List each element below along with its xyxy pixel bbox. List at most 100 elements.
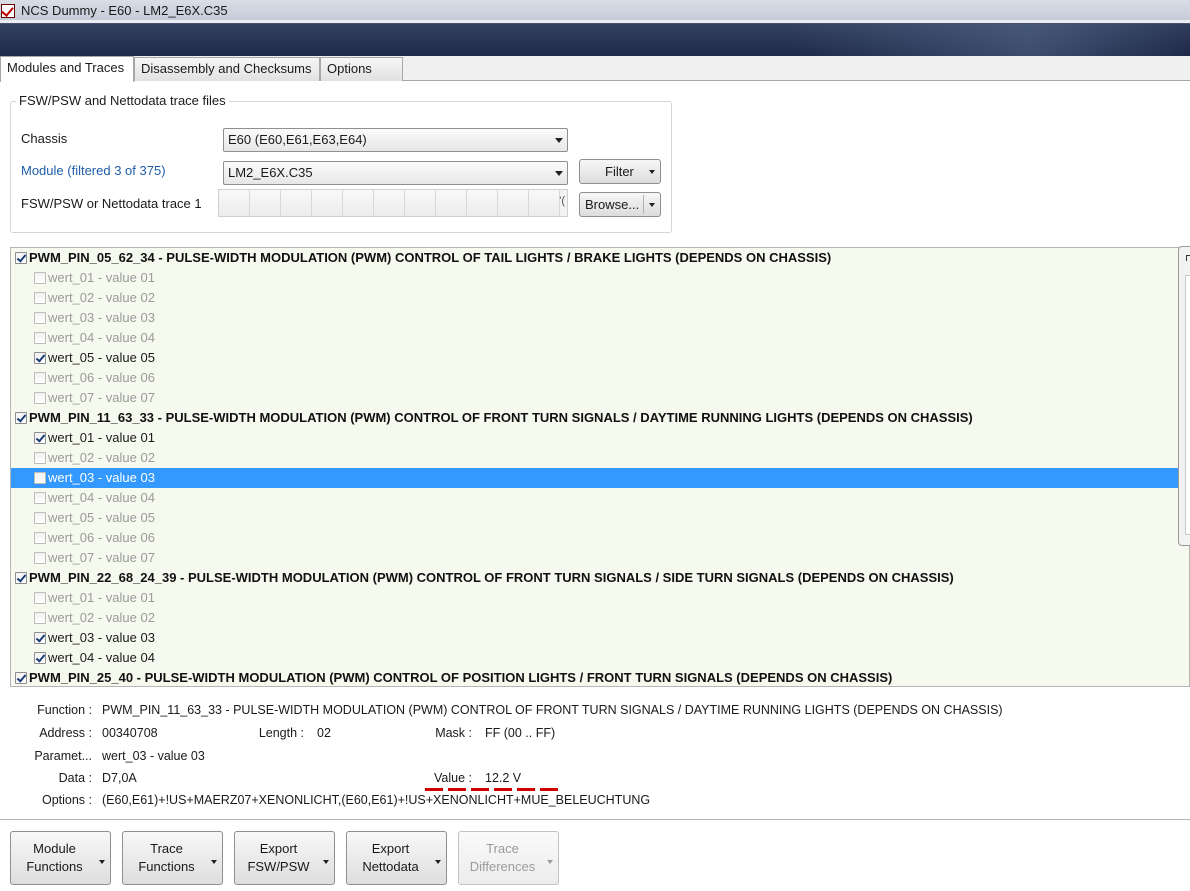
checkbox-unchecked-icon[interactable] bbox=[34, 512, 46, 524]
chevron-down-icon bbox=[649, 170, 655, 174]
checkbox-unchecked-icon[interactable] bbox=[34, 272, 46, 284]
tree-item-label: wert_04 - value 04 bbox=[48, 650, 155, 665]
checkbox-unchecked-icon[interactable] bbox=[34, 532, 46, 544]
tree-item[interactable]: wert_01 - value 01 bbox=[11, 428, 1189, 448]
checkbox-checked-icon[interactable] bbox=[34, 432, 46, 444]
trace-file-path-field[interactable]: '( bbox=[218, 189, 568, 217]
tree-item-label: wert_03 - value 03 bbox=[48, 630, 155, 645]
tree-item-label: wert_02 - value 02 bbox=[48, 450, 155, 465]
panel-corner-icon bbox=[1186, 255, 1190, 261]
tree-item[interactable]: wert_07 - value 07 bbox=[11, 388, 1189, 408]
tab-disassembly-and-checksums[interactable]: Disassembly and Checksums bbox=[134, 57, 320, 81]
tree-group-pwm-pin-22-68-24-39[interactable]: PWM_PIN_22_68_24_39 - PULSE-WIDTH MODULA… bbox=[11, 568, 1189, 588]
checkbox-unchecked-icon[interactable] bbox=[34, 332, 46, 344]
export-fsw-psw-button[interactable]: Export FSW/PSW bbox=[234, 831, 335, 885]
chassis-selected-value: E60 (E60,E61,E63,E64) bbox=[228, 132, 367, 147]
length-label: Length : bbox=[258, 726, 304, 740]
mask-value: FF (00 .. FF) bbox=[485, 726, 556, 740]
path-segment bbox=[467, 190, 498, 216]
tree-group-pwm-pin-25-40[interactable]: PWM_PIN_25_40 - PULSE-WIDTH MODULATION (… bbox=[11, 668, 1189, 686]
tree-item[interactable]: wert_02 - value 02 bbox=[11, 288, 1189, 308]
checkbox-checked-icon[interactable] bbox=[15, 672, 27, 684]
trace-differences-button[interactable]: Trace Differences bbox=[458, 831, 559, 885]
checkbox-unchecked-icon[interactable] bbox=[34, 392, 46, 404]
checkbox-checked-icon[interactable] bbox=[15, 572, 27, 584]
function-label: Function : bbox=[37, 703, 92, 717]
titlebar-decoration bbox=[790, 24, 1190, 56]
tree-item[interactable]: wert_01 - value 01 bbox=[11, 268, 1189, 288]
checkbox-checked-icon[interactable] bbox=[15, 252, 27, 264]
trace-functions-button[interactable]: Trace Functions bbox=[122, 831, 223, 885]
tree-item[interactable]: wert_04 - value 04 bbox=[11, 648, 1189, 668]
checkbox-unchecked-icon[interactable] bbox=[34, 312, 46, 324]
tree-group-label: PWM_PIN_11_63_33 - PULSE-WIDTH MODULATIO… bbox=[29, 410, 973, 425]
tab-options[interactable]: Options bbox=[320, 57, 403, 81]
app-checkbox-icon[interactable] bbox=[1, 4, 15, 18]
chevron-down-icon bbox=[555, 138, 563, 143]
parameter-label: Paramet... bbox=[34, 749, 92, 763]
tree-group-pwm-pin-05-62-34[interactable]: PWM_PIN_05_62_34 - PULSE-WIDTH MODULATIO… bbox=[11, 248, 1189, 268]
function-tree[interactable]: PWM_PIN_05_62_34 - PULSE-WIDTH MODULATIO… bbox=[10, 247, 1190, 687]
button-label-line2: Functions bbox=[138, 859, 195, 874]
tree-item-label: wert_01 - value 01 bbox=[48, 590, 155, 605]
checkbox-unchecked-icon[interactable] bbox=[34, 552, 46, 564]
checkbox-unchecked-icon[interactable] bbox=[34, 592, 46, 604]
address-value: 00340708 bbox=[102, 726, 158, 740]
tree-item[interactable]: wert_01 - value 01 bbox=[11, 588, 1189, 608]
checkbox-unchecked-icon[interactable] bbox=[34, 472, 46, 484]
button-label-line2: Differences bbox=[469, 859, 536, 874]
tree-item-selected[interactable]: wert_03 - value 03 bbox=[11, 468, 1189, 488]
tree-group-pwm-pin-11-63-33[interactable]: PWM_PIN_11_63_33 - PULSE-WIDTH MODULATIO… bbox=[11, 408, 1189, 428]
tree-item[interactable]: wert_03 - value 03 bbox=[11, 308, 1189, 328]
checkbox-unchecked-icon[interactable] bbox=[34, 492, 46, 504]
filter-button[interactable]: Filter bbox=[579, 159, 661, 184]
module-select[interactable]: LM2_E6X.C35 bbox=[223, 161, 568, 185]
tree-item[interactable]: wert_05 - value 05 bbox=[11, 348, 1189, 368]
tree-item[interactable]: wert_02 - value 02 bbox=[11, 448, 1189, 468]
checkbox-checked-icon[interactable] bbox=[15, 412, 27, 424]
path-segment bbox=[219, 190, 250, 216]
checkbox-unchecked-icon[interactable] bbox=[34, 292, 46, 304]
chassis-select[interactable]: E60 (E60,E61,E63,E64) bbox=[223, 128, 568, 152]
tab-modules-and-traces[interactable]: Modules and Traces bbox=[0, 56, 134, 82]
export-nettodata-button[interactable]: Export Nettodata bbox=[346, 831, 447, 885]
button-label-line1: Module bbox=[33, 841, 76, 856]
chevron-down-icon bbox=[211, 860, 217, 864]
module-functions-button[interactable]: Module Functions bbox=[10, 831, 111, 885]
tree-item[interactable]: wert_03 - value 03 bbox=[11, 628, 1189, 648]
window-titlebar[interactable]: NCS Dummy - E60 - LM2_E6X.C35 bbox=[0, 0, 1190, 56]
tree-item[interactable]: wert_05 - value 05 bbox=[11, 508, 1189, 528]
checkbox-checked-icon[interactable] bbox=[34, 632, 46, 644]
tree-item-label: wert_06 - value 06 bbox=[48, 370, 155, 385]
path-segment bbox=[436, 190, 467, 216]
button-label-line2: FSW/PSW bbox=[247, 859, 310, 874]
button-label-line2: Nettodata bbox=[362, 859, 419, 874]
tree-item[interactable]: wert_02 - value 02 bbox=[11, 608, 1189, 628]
browse-button[interactable]: Browse... bbox=[579, 192, 661, 217]
button-label-line1: Export bbox=[371, 841, 410, 856]
checkbox-unchecked-icon[interactable] bbox=[34, 452, 46, 464]
options-value: (E60,E61)+!US+MAERZ07+XENONLICHT,(E60,E6… bbox=[102, 793, 651, 807]
checkbox-checked-icon[interactable] bbox=[34, 652, 46, 664]
tree-item[interactable]: wert_04 - value 04 bbox=[11, 488, 1189, 508]
tree-item-label: wert_04 - value 04 bbox=[48, 490, 155, 505]
length-value: 02 bbox=[317, 726, 331, 740]
module-label[interactable]: Module (filtered 3 of 375) bbox=[21, 163, 166, 178]
path-segment bbox=[405, 190, 436, 216]
button-label-line2: Functions bbox=[26, 859, 83, 874]
tree-item-label: wert_05 - value 05 bbox=[48, 350, 155, 365]
checkbox-unchecked-icon[interactable] bbox=[34, 372, 46, 384]
parameter-value: wert_03 - value 03 bbox=[102, 749, 205, 763]
path-segment bbox=[281, 190, 312, 216]
tree-item[interactable]: wert_07 - value 07 bbox=[11, 548, 1189, 568]
tree-item[interactable]: wert_06 - value 06 bbox=[11, 368, 1189, 388]
tree-item[interactable]: wert_06 - value 06 bbox=[11, 528, 1189, 548]
checkbox-unchecked-icon[interactable] bbox=[34, 612, 46, 624]
chevron-down-icon bbox=[547, 860, 553, 864]
checkbox-checked-icon[interactable] bbox=[34, 352, 46, 364]
collapsed-side-panel[interactable] bbox=[1178, 246, 1190, 546]
path-segment bbox=[498, 190, 529, 216]
value-value: 12.2 V bbox=[485, 771, 522, 785]
tree-item[interactable]: wert_04 - value 04 bbox=[11, 328, 1189, 348]
window-title: NCS Dummy - E60 - LM2_E6X.C35 bbox=[21, 3, 228, 18]
